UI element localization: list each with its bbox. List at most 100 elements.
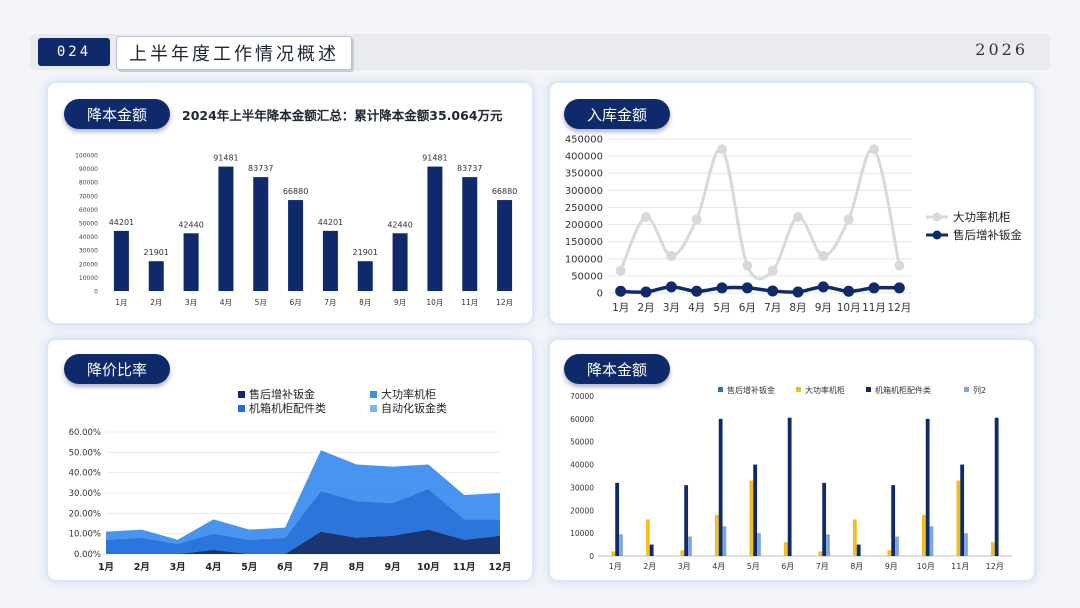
data-point [793, 212, 803, 223]
bar [615, 482, 620, 556]
legend-label: 自动化钣金类 [381, 401, 447, 415]
bar [183, 233, 199, 291]
legend-label: 机箱机柜配件类 [875, 385, 931, 395]
x-tick-label: 11月 [951, 562, 969, 571]
data-label: 91481 [213, 154, 238, 163]
x-tick-label: 12月 [986, 562, 1004, 571]
data-label: 21901 [353, 248, 378, 257]
bar [718, 418, 723, 556]
legend-swatch [866, 387, 871, 392]
y-tick-label: 10.00% [69, 530, 101, 540]
x-tick-label: 3月 [663, 302, 680, 314]
data-label: 66880 [492, 187, 517, 196]
y-tick-label: 20.00% [69, 509, 101, 519]
series-line [620, 285, 900, 294]
y-tick-label: 30000 [570, 483, 594, 492]
y-tick-label: 70000 [79, 193, 98, 200]
bar [787, 417, 792, 556]
x-tick-label: 4月 [205, 562, 221, 573]
data-point [868, 282, 880, 294]
x-tick-label: 2月 [643, 562, 656, 571]
bar [645, 519, 650, 556]
y-tick-label: 10000 [570, 529, 594, 538]
x-tick-label: 10月 [417, 562, 440, 573]
x-tick-label: 7月 [324, 298, 336, 307]
y-tick-label: 70000 [570, 392, 594, 401]
area-chart: 0.00% 10.00% 20.00% 30.00% 40.00% 50.00% 60.00… [69, 387, 512, 573]
data-point [817, 281, 829, 293]
y-tick-label: 40000 [79, 234, 98, 241]
x-tick-label: 12月 [489, 562, 512, 573]
x-tick-label: 7月 [313, 562, 329, 573]
data-point [615, 285, 627, 297]
y-tick-label: 40.00% [69, 469, 101, 479]
legend-label: 机箱机柜配件类 [249, 401, 326, 415]
bar [783, 542, 788, 556]
x-tick-label: 7月 [764, 302, 781, 314]
panel-cost-reduction-bar: 降本金额 2024年上半年降本金额汇总：累计降本金额35.064万元 0 1000… [46, 81, 534, 325]
bar [619, 534, 623, 556]
panel-cost-reduction-grouped-bar: 降本金额 0 10000 20000 30000 40000 50000 60000 7000… [548, 338, 1036, 582]
bar-chart: 0 10000 20000 30000 40000 50000 60000 70000 8000… [75, 153, 517, 308]
data-point [691, 285, 703, 297]
bar [462, 177, 478, 291]
bar [392, 233, 408, 291]
legend-label: 售后增补钣金 [727, 385, 775, 395]
data-label: 42440 [387, 220, 412, 229]
x-tick-label: 1月 [612, 302, 629, 314]
bar [288, 200, 304, 291]
x-tick-label: 3月 [678, 562, 691, 571]
line-chart: 0 50000 100000 150000 200000 250000 300000 3500… [565, 135, 1023, 315]
bar [895, 536, 899, 556]
bar [990, 542, 995, 556]
bar [218, 166, 234, 291]
y-tick-label: 90000 [79, 166, 98, 173]
legend-label: 大功率机柜 [381, 387, 436, 401]
x-tick-label: 10月 [426, 298, 443, 307]
x-tick-label: 2月 [150, 298, 162, 307]
y-tick-label: 60.00% [69, 428, 101, 438]
y-tick-label: 40000 [570, 461, 594, 470]
legend-marker [932, 230, 942, 240]
y-tick-label: 30000 [79, 248, 98, 255]
x-tick-label: 3月 [185, 298, 197, 307]
series-line [619, 147, 901, 281]
bar [960, 464, 965, 556]
bar [148, 261, 164, 291]
legend-swatch [718, 387, 723, 392]
y-tick-label: 0 [589, 552, 594, 561]
y-tick-label: 200000 [565, 220, 603, 231]
x-tick-label: 6月 [289, 298, 301, 307]
data-label: 83737 [457, 164, 482, 173]
y-tick-label: 10000 [79, 275, 98, 282]
y-tick-label: 250000 [565, 203, 603, 214]
data-point [641, 212, 651, 223]
data-label: 83737 [248, 164, 273, 173]
bar [921, 514, 926, 556]
x-tick-label: 9月 [885, 562, 898, 571]
bar [929, 526, 934, 556]
x-tick-label: 11月 [453, 562, 476, 573]
bar [497, 200, 513, 291]
bar [714, 514, 719, 556]
data-point [717, 144, 727, 155]
x-tick-label: 10月 [837, 302, 861, 314]
bar [253, 177, 269, 291]
data-point [741, 282, 753, 294]
bar [684, 485, 689, 556]
y-tick-label: 20000 [79, 261, 98, 268]
bar [994, 417, 999, 556]
y-tick-label: 450000 [565, 135, 603, 146]
bar [722, 526, 727, 556]
bar [826, 534, 830, 556]
bar [822, 482, 827, 556]
bar [322, 230, 338, 291]
bar [925, 418, 930, 556]
grouped-bar-chart: 0 10000 20000 30000 40000 50000 60000 70000 1月 2月… [570, 385, 1012, 571]
data-point [818, 251, 829, 262]
bar [956, 480, 961, 556]
y-tick-label: 80000 [79, 180, 98, 187]
x-tick-label: 3月 [170, 562, 186, 573]
legend-swatch [370, 405, 377, 412]
bar [852, 519, 857, 556]
